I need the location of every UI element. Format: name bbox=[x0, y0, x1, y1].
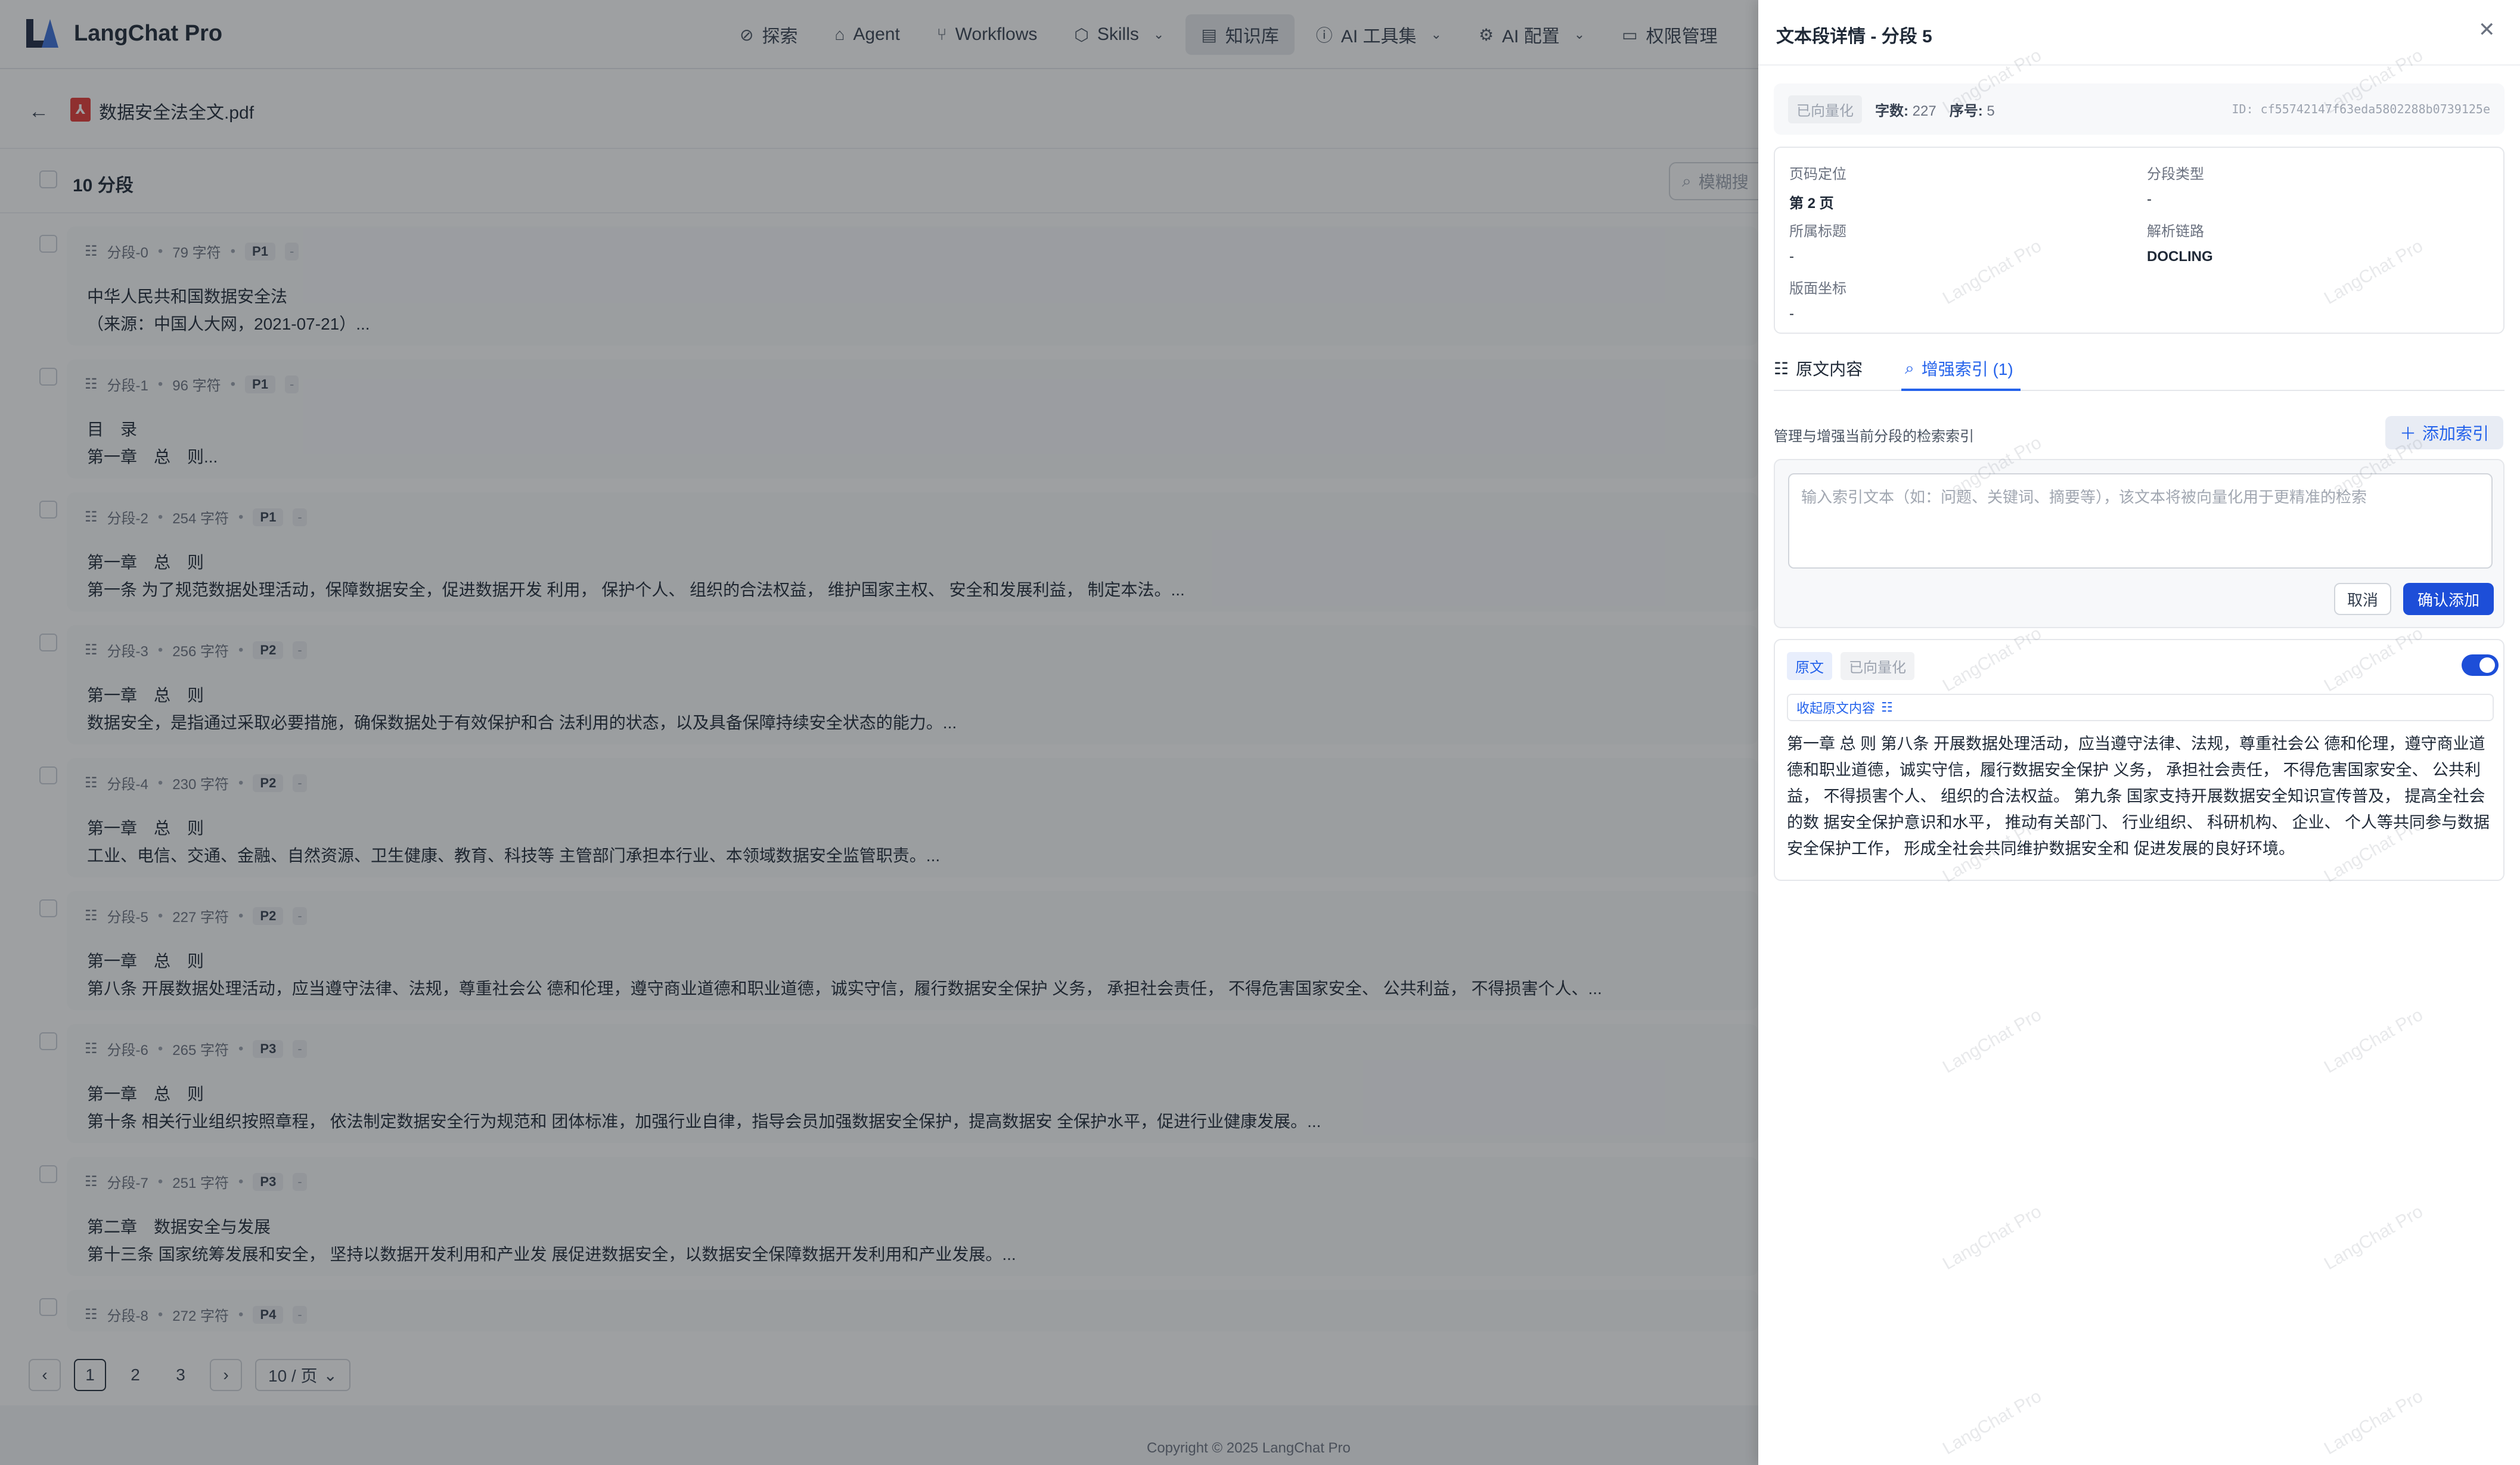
original-tag: 原文 bbox=[1787, 652, 1832, 680]
segment-meta-card: 页码定位 第 2 页 分段类型 - 所属标题 - 解析链路 DOCLING 版面… bbox=[1774, 147, 2505, 334]
watermark: LangChat Pro bbox=[1939, 1004, 2045, 1078]
meta-key: 页码定位 bbox=[1789, 166, 1846, 182]
watermark: LangChat Pro bbox=[2320, 1004, 2426, 1078]
watermark: LangChat Pro bbox=[2320, 1386, 2426, 1459]
segment-info-strip: 已向量化 字数: 227 序号: 5 ID: cf55742147f63eda5… bbox=[1774, 83, 2505, 135]
confirm-add-button[interactable]: 确认添加 bbox=[2403, 583, 2494, 615]
meta-value: DOCLING bbox=[2147, 249, 2213, 265]
watermark: LangChat Pro bbox=[1939, 1386, 2045, 1459]
meta-type: 分段类型 - bbox=[2147, 162, 2204, 208]
meta-key: 所属标题 bbox=[1789, 224, 1846, 240]
index-description: 管理与增强当前分段的检索索引 bbox=[1774, 429, 1974, 445]
list-icon: ☷ bbox=[1774, 359, 1789, 378]
order-label: 序号: bbox=[1949, 103, 1983, 119]
vectorized-badge: 已向量化 bbox=[1788, 95, 1862, 123]
watermark: LangChat Pro bbox=[1939, 1201, 2045, 1274]
meta-page: 页码定位 第 2 页 bbox=[1789, 162, 1846, 212]
chars-value: 227 bbox=[1912, 103, 1936, 119]
order-value: 5 bbox=[1987, 103, 1995, 119]
add-index-button[interactable]: ＋ 添加索引 bbox=[2385, 416, 2503, 449]
list-icon: ☷ bbox=[1881, 700, 1893, 715]
meta-key: 版面坐标 bbox=[1789, 281, 1846, 297]
close-icon[interactable]: ✕ bbox=[2478, 18, 2496, 42]
segment-detail-drawer: 文本段详情 - 分段 5 ✕ 已向量化 字数: 227 序号: 5 ID: cf… bbox=[1758, 0, 2520, 1465]
tab-enhanced-index[interactable]: ⌕ 增强索引 (1) bbox=[1905, 356, 2013, 380]
drawer-title: 文本段详情 - 分段 5 bbox=[1776, 27, 1932, 46]
active-tab-indicator bbox=[1901, 389, 2021, 391]
cancel-button[interactable]: 取消 bbox=[2334, 583, 2391, 615]
meta-coord: 版面坐标 - bbox=[1789, 277, 1846, 322]
segment-id: ID: cf55742147f63eda5802288b0739125e bbox=[2232, 102, 2490, 116]
tab-original-content[interactable]: ☷ 原文内容 bbox=[1774, 356, 1863, 380]
index-text-input[interactable] bbox=[1788, 473, 2493, 569]
tab-label: 增强索引 (1) bbox=[1921, 360, 2013, 378]
watermark: LangChat Pro bbox=[2320, 1201, 2426, 1274]
vectorized-tag: 已向量化 bbox=[1841, 652, 1914, 680]
plus-icon: ＋ bbox=[2399, 424, 2416, 443]
meta-value: - bbox=[1789, 249, 1794, 265]
index-enable-toggle[interactable] bbox=[2462, 654, 2499, 676]
meta-heading: 所属标题 - bbox=[1789, 219, 1846, 265]
meta-value: 第 2 页 bbox=[1789, 195, 1834, 212]
collapse-label: 收起原文内容 bbox=[1796, 701, 1876, 716]
meta-value: - bbox=[1789, 306, 1794, 322]
add-index-form: 取消 确认添加 bbox=[1774, 459, 2505, 628]
chars-label: 字数: bbox=[1875, 103, 1908, 119]
tab-label: 原文内容 bbox=[1796, 360, 1863, 378]
meta-key: 分段类型 bbox=[2147, 166, 2204, 182]
meta-value: - bbox=[2147, 191, 2152, 207]
add-index-label: 添加索引 bbox=[2422, 424, 2490, 443]
drawer-header: 文本段详情 - 分段 5 ✕ bbox=[1758, 0, 2520, 66]
original-index-card: 原文 已向量化 收起原文内容 ☷ 第一章 总 则 第八条 开展数据处理活动，应当… bbox=[1774, 639, 2505, 881]
collapse-original-button[interactable]: 收起原文内容 ☷ bbox=[1787, 694, 2494, 721]
original-text: 第一章 总 则 第八条 开展数据处理活动，应当遵守法律、法规，尊重社会公 德和伦… bbox=[1787, 735, 2490, 858]
meta-key: 解析链路 bbox=[2147, 224, 2204, 240]
search-icon: ⌕ bbox=[1905, 358, 1914, 377]
meta-parser: 解析链路 DOCLING bbox=[2147, 219, 2213, 265]
modal-overlay-mask[interactable] bbox=[0, 0, 1758, 1465]
detail-tabs: ☷ 原文内容 ⌕ 增强索引 (1) bbox=[1774, 346, 2505, 391]
